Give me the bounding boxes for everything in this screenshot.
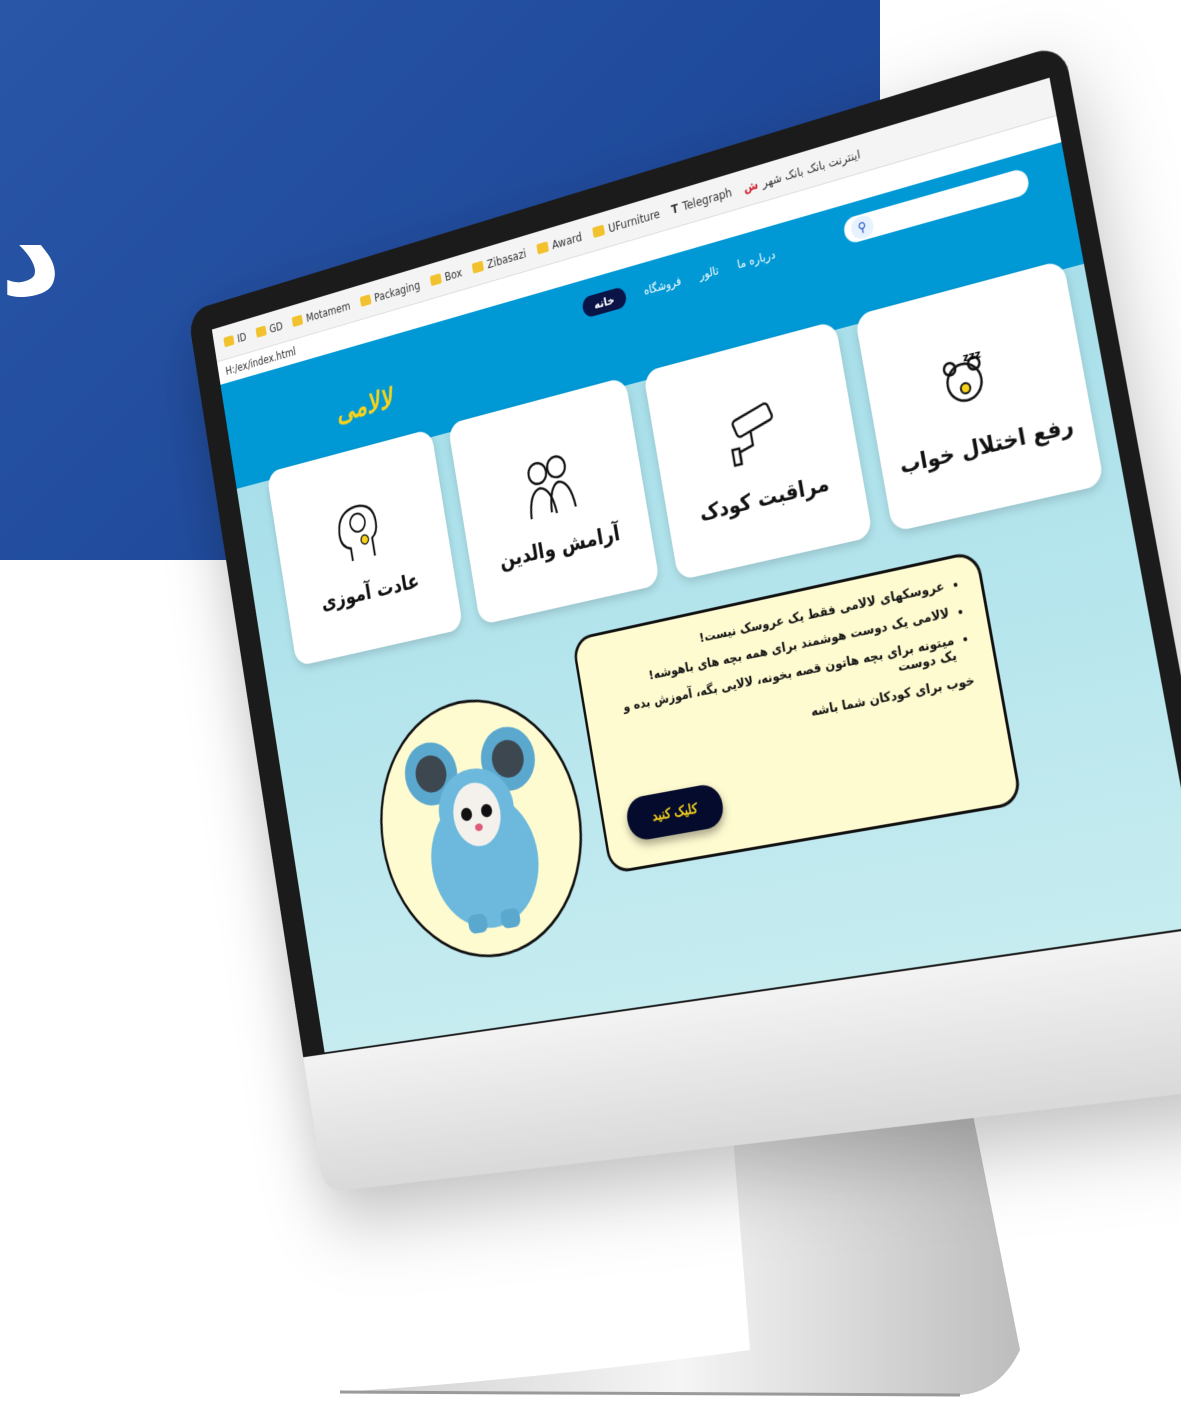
bookmark-id[interactable]: ID [223, 330, 247, 349]
card-label: رفع اختلال خواب [898, 413, 1076, 479]
bookmark-box[interactable]: Box [429, 266, 463, 288]
bookmark-zibasazi[interactable]: Zibasazi [471, 246, 527, 275]
parents-icon [511, 439, 587, 529]
screen: ID GD Motamem Packaging Box Zibasazi Awa… [212, 78, 1181, 1053]
bookmark-gd[interactable]: GD [255, 319, 283, 339]
card-habits[interactable]: عادت آموزی [266, 429, 463, 667]
camera-icon [711, 385, 793, 479]
background-letter: د [0, 185, 60, 325]
info-bubble: عروسکهای لالامی فقط یک عروسک نیست! لالام… [571, 550, 1023, 875]
nav-about[interactable]: درباره ما [736, 247, 776, 271]
nav-talor[interactable]: تالور [698, 263, 719, 282]
folder-icon [223, 335, 234, 347]
site-logo[interactable]: لالامی [334, 383, 394, 429]
bank-icon: ﺵ [743, 177, 760, 195]
folder-icon [536, 241, 549, 254]
folder-icon [430, 273, 442, 286]
card-label: مراقبت کودک [698, 471, 831, 526]
brain-icon [325, 488, 395, 574]
card-label: عادت آموزی [320, 569, 421, 615]
doll-frame [362, 680, 601, 972]
teddy-sleep-icon: zzz [929, 328, 1018, 427]
doll-image [390, 707, 571, 947]
folder-icon [292, 314, 304, 327]
folder-icon [360, 294, 372, 307]
bookmark-award[interactable]: Award [536, 230, 583, 256]
folder-icon [472, 261, 484, 274]
search-icon[interactable]: ⚲ [850, 213, 875, 241]
bookmark-motamem[interactable]: Motamem [292, 299, 351, 328]
card-label: آرامش والدین [498, 521, 622, 573]
nav-home[interactable]: خانه [581, 286, 627, 319]
bookmark-telegraph[interactable]: T Telegraph [670, 185, 733, 216]
folder-icon [592, 224, 605, 238]
click-button[interactable]: کلیک کنید [624, 782, 727, 842]
telegraph-icon: T [670, 201, 679, 216]
folder-icon [255, 325, 266, 338]
bookmark-packaging[interactable]: Packaging [359, 278, 420, 308]
nav-shop[interactable]: فروشگاه [643, 274, 682, 298]
